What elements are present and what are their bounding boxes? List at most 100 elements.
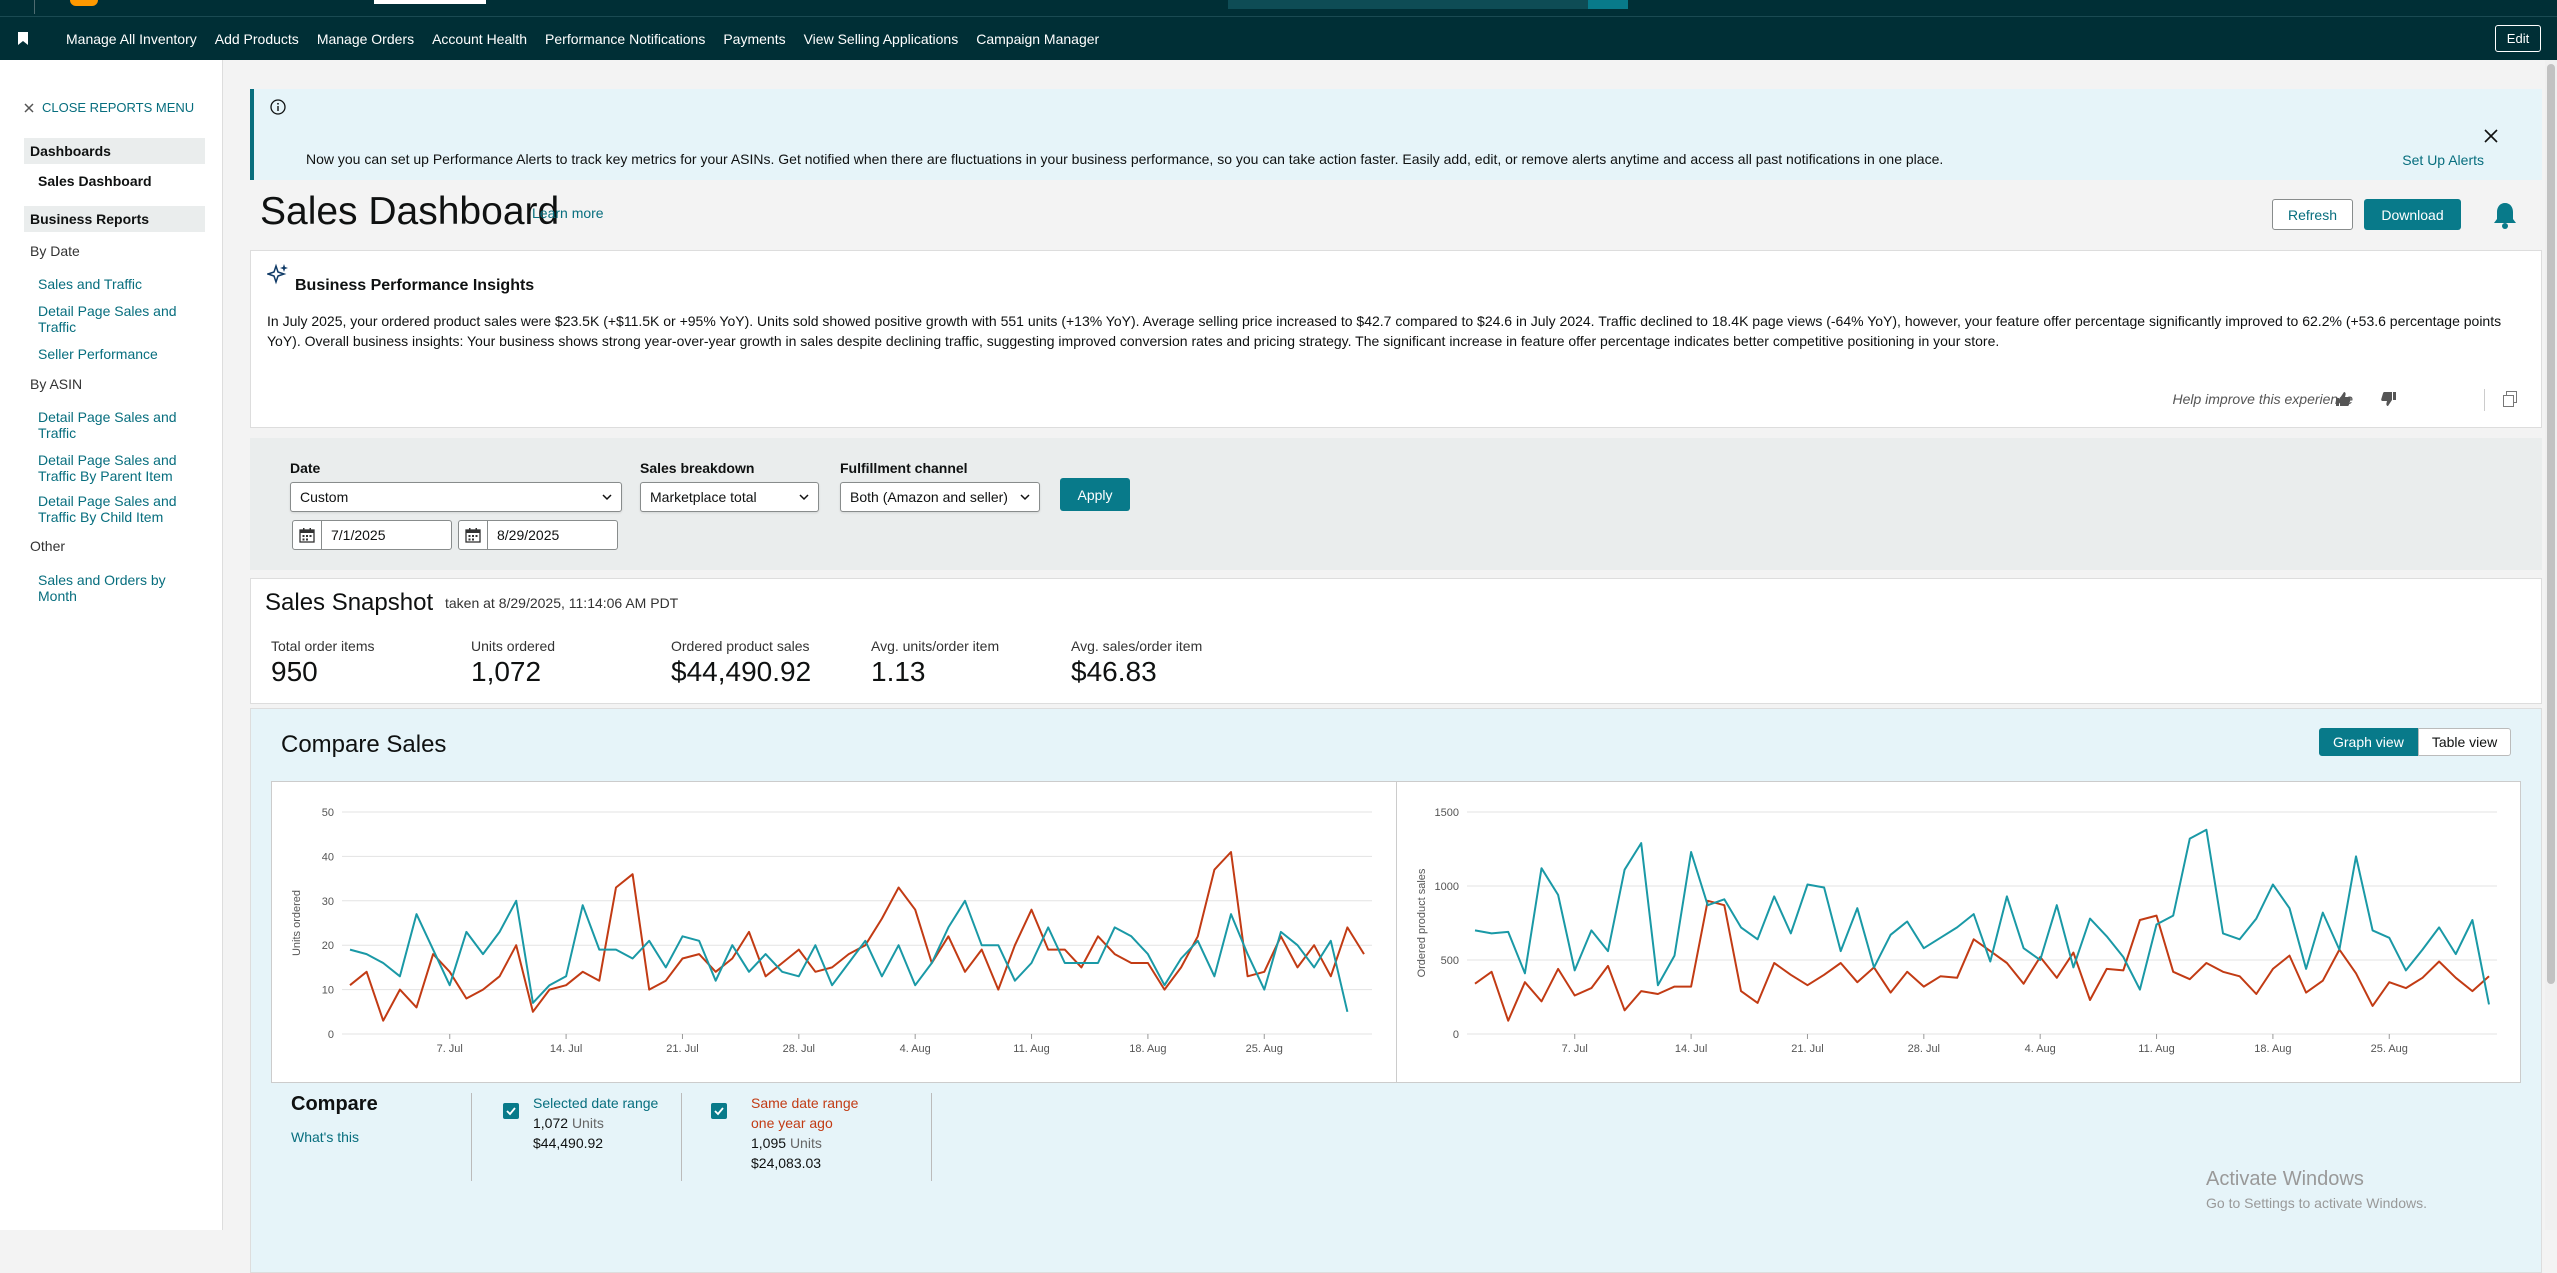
- learn-more-link[interactable]: Learn more: [532, 205, 604, 221]
- filters-panel: Date Custom 7/1/2025 8/29/2025 Sales bre…: [250, 438, 2542, 570]
- divider: [471, 1093, 472, 1181]
- scrollbar-thumb[interactable]: [2547, 64, 2555, 984]
- series-line-selected[interactable]: [1474, 828, 2490, 1005]
- thumbs-down-icon[interactable]: [2381, 391, 2397, 407]
- sidebar-link-asin-detail-page[interactable]: Detail Page Sales and Traffic: [38, 409, 198, 441]
- sidebar-link-asin-parent-item[interactable]: Detail Page Sales and Traffic By Parent …: [38, 452, 198, 484]
- copy-icon[interactable]: [2503, 391, 2517, 407]
- calendar-icon[interactable]: [465, 527, 481, 543]
- metric-avg-units-order-item: Avg. units/order item 1.13: [871, 638, 999, 688]
- chevron-down-icon: [602, 494, 612, 501]
- nav-item-manage-orders[interactable]: Manage Orders: [317, 31, 414, 47]
- y-tick-label: 50: [322, 807, 334, 819]
- metric-value: 1,072: [471, 656, 542, 687]
- previous-year-checkbox[interactable]: [711, 1103, 727, 1119]
- search-input[interactable]: [374, 0, 486, 4]
- sales-breakdown-select[interactable]: Marketplace total: [640, 482, 819, 512]
- end-date-input[interactable]: 8/29/2025: [458, 520, 618, 550]
- watermark-subtitle: Go to Settings to activate Windows.: [2206, 1195, 2427, 1211]
- download-button[interactable]: Download: [2364, 199, 2461, 230]
- end-date-value: 8/29/2025: [497, 527, 560, 543]
- amazon-logo[interactable]: [70, 0, 98, 6]
- x-tick-label: 28. Jul: [1908, 1043, 1940, 1055]
- graph-view-button[interactable]: Graph view: [2319, 728, 2418, 756]
- start-date-input[interactable]: 7/1/2025: [292, 520, 452, 550]
- selected-range-checkbox[interactable]: [503, 1103, 519, 1119]
- sales-snapshot-header: Sales Snapshot taken at 8/29/2025, 11:14…: [250, 578, 2542, 630]
- calendar-icon[interactable]: [299, 527, 315, 543]
- nav-item-performance-notifications[interactable]: Performance Notifications: [545, 31, 705, 47]
- search-button[interactable]: [1588, 0, 1628, 9]
- sidebar-link-seller-performance[interactable]: Seller Performance: [38, 346, 198, 362]
- business-insights-panel: Business Performance Insights In July 20…: [250, 250, 2542, 428]
- sidebar-link-sales-orders-month[interactable]: Sales and Orders by Month: [38, 572, 198, 604]
- y-tick-label: 500: [1441, 955, 1459, 967]
- series-line-previous-year[interactable]: [349, 851, 1365, 1022]
- y-axis-label: Ordered product sales: [1416, 868, 1428, 977]
- units-word: Units: [571, 1115, 604, 1131]
- sidebar-link-sales-and-traffic[interactable]: Sales and Traffic: [38, 276, 198, 292]
- divider: [681, 1093, 682, 1181]
- whats-this-link[interactable]: What's this: [291, 1129, 359, 1145]
- chevron-down-icon: [1020, 494, 1030, 501]
- sidebar-link-detail-page-sales-traffic[interactable]: Detail Page Sales and Traffic: [38, 303, 198, 335]
- x-tick-label: 25. Aug: [2371, 1043, 2408, 1055]
- sales-breakdown-label: Sales breakdown: [640, 460, 755, 476]
- nav-item-account-health[interactable]: Account Health: [432, 31, 527, 47]
- metric-ordered-product-sales: Ordered product sales $44,490.92: [671, 638, 811, 688]
- fulfillment-channel-select[interactable]: Both (Amazon and seller): [840, 482, 1040, 512]
- x-tick-label: 14. Jul: [1675, 1043, 1707, 1055]
- x-tick-label: 4. Aug: [2025, 1043, 2056, 1055]
- sidebar-item-sales-dashboard[interactable]: Sales Dashboard: [38, 173, 152, 189]
- bell-icon[interactable]: [2492, 201, 2518, 229]
- thumbs-up-icon[interactable]: [2335, 391, 2351, 407]
- sidebar-category-by-date: By Date: [30, 243, 80, 259]
- watermark-title: Activate Windows: [2206, 1168, 2364, 1190]
- series-line-selected[interactable]: [349, 899, 1349, 1013]
- help-improve-text: Help improve this experience: [2172, 391, 2353, 407]
- compare-legend-title: Compare: [291, 1093, 378, 1115]
- divider: [931, 1093, 932, 1181]
- feedback-buttons: [2335, 391, 2397, 407]
- previous-year-label[interactable]: Same date range one year ago: [751, 1093, 881, 1133]
- sidebar-link-asin-child-item[interactable]: Detail Page Sales and Traffic By Child I…: [38, 493, 198, 525]
- compare-sales-panel: Compare Sales Graph view Table view 0 10 2…: [250, 708, 2542, 1273]
- search-bar[interactable]: [1228, 0, 1588, 9]
- bookmark-icon[interactable]: [18, 32, 28, 45]
- insights-body: In July 2025, your ordered product sales…: [267, 313, 2502, 349]
- nav-item-manage-all-inventory[interactable]: Manage All Inventory: [66, 31, 197, 47]
- insights-title: Business Performance Insights: [295, 277, 535, 294]
- sidebar-group-dashboards: Dashboards: [24, 138, 205, 164]
- sidebar-category-other: Other: [30, 538, 66, 554]
- selected-units-value: 1,072: [533, 1115, 569, 1131]
- charts-container: 0 10 20 30 40 50 7. Jul 14. Jul 21. Jul 28. Jul 4.…: [271, 781, 2521, 1083]
- page-scrollbar[interactable]: [2545, 60, 2557, 1230]
- x-tick-label: 21. Jul: [666, 1043, 698, 1055]
- date-range-select[interactable]: Custom: [290, 482, 622, 512]
- series-line-previous-year[interactable]: [1474, 899, 2490, 1022]
- nav-item-payments[interactable]: Payments: [723, 31, 785, 47]
- divider: [321, 521, 322, 549]
- compare-sales-title: Compare Sales: [281, 731, 447, 758]
- selected-range-label[interactable]: Selected date range: [533, 1093, 658, 1113]
- nav-item-add-products[interactable]: Add Products: [215, 31, 299, 47]
- y-tick-label: 20: [322, 940, 334, 952]
- view-toggle: Graph view Table view: [2319, 728, 2512, 756]
- sidebar-category-by-asin: By ASIN: [30, 376, 83, 392]
- refresh-button[interactable]: Refresh: [2272, 199, 2353, 230]
- edit-nav-button[interactable]: Edit: [2495, 25, 2541, 52]
- apply-button[interactable]: Apply: [1060, 478, 1130, 511]
- table-view-button[interactable]: Table view: [2417, 728, 2512, 756]
- close-banner-icon[interactable]: [2484, 129, 2498, 143]
- close-reports-menu[interactable]: CLOSE REPORTS MENU: [24, 100, 194, 115]
- units-ordered-chart: 0 10 20 30 40 50 7. Jul 14. Jul 21. Jul 28. Jul 4.…: [291, 807, 1372, 1055]
- metric-value: 1.13: [871, 656, 926, 687]
- selected-range-legend: Selected date range 1,072 Units $44,490.…: [533, 1093, 658, 1153]
- metric-label: Ordered product sales: [671, 638, 810, 654]
- main-nav: Manage All Inventory Add Products Manage O…: [0, 16, 2557, 60]
- x-tick-label: 21. Jul: [1791, 1043, 1823, 1055]
- nav-item-view-selling-applications[interactable]: View Selling Applications: [804, 31, 959, 47]
- y-tick-label: 10: [322, 985, 334, 997]
- nav-item-campaign-manager[interactable]: Campaign Manager: [976, 31, 1099, 47]
- set-up-alerts-link[interactable]: Set Up Alerts: [2402, 152, 2484, 168]
